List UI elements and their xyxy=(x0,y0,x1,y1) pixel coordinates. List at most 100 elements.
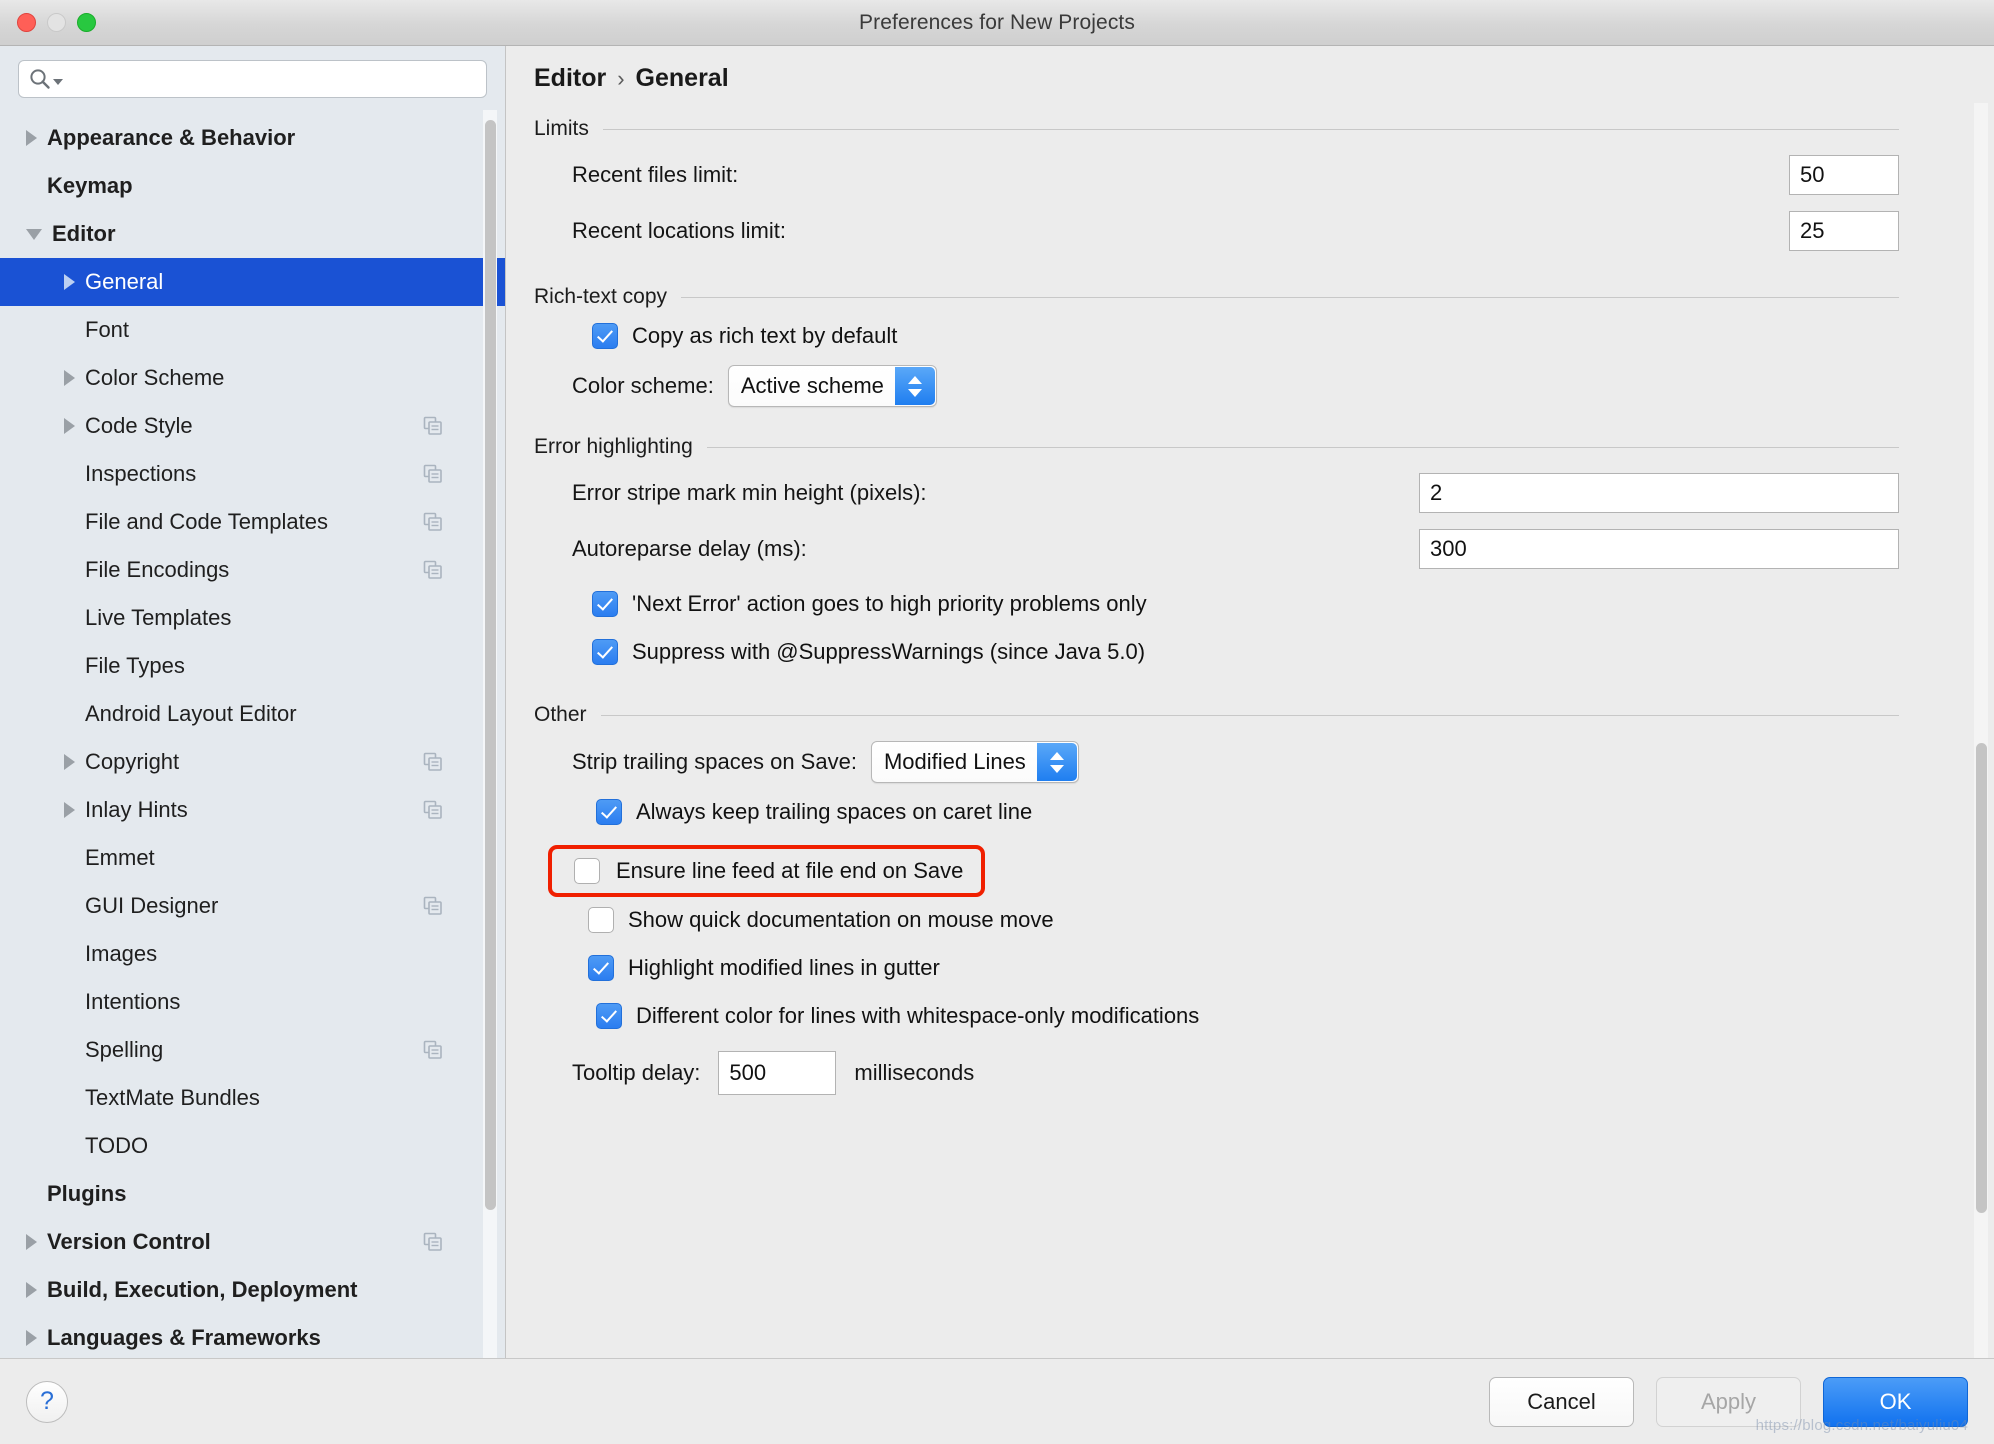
chevron-right-icon[interactable] xyxy=(26,1234,37,1250)
error-stripe-input[interactable] xyxy=(1419,473,1899,513)
main-scrollbar-thumb[interactable] xyxy=(1976,743,1987,1213)
sidebar-item-editor[interactable]: Editor xyxy=(0,210,505,258)
sidebar-item-gui-designer[interactable]: GUI Designer xyxy=(0,882,505,930)
divider xyxy=(681,296,1899,298)
chevron-updown-icon[interactable] xyxy=(1036,743,1077,781)
sidebar-item-emmet[interactable]: Emmet xyxy=(0,834,505,882)
sidebar-item-version-control[interactable]: Version Control xyxy=(0,1218,505,1266)
sidebar-item-general[interactable]: General xyxy=(0,258,505,306)
group-limits-title: Limits xyxy=(534,117,589,140)
cancel-button[interactable]: Cancel xyxy=(1489,1376,1634,1427)
copy-settings-icon[interactable] xyxy=(423,752,443,772)
color-scheme-label: Color scheme: xyxy=(572,373,714,398)
apply-button[interactable]: Apply xyxy=(1656,1376,1801,1427)
sidebar-item-file-types[interactable]: File Types xyxy=(0,642,505,690)
search-box[interactable] xyxy=(18,60,487,98)
chevron-updown-icon[interactable] xyxy=(894,367,935,405)
tooltip-delay-input[interactable] xyxy=(718,1051,837,1095)
chevron-right-icon[interactable] xyxy=(64,370,75,386)
different-color-label: Different color for lines with whitespac… xyxy=(636,1003,1200,1028)
different-color-row[interactable]: Different color for lines with whitespac… xyxy=(534,1003,1899,1029)
help-button[interactable]: ? xyxy=(26,1380,68,1423)
next-error-checkbox[interactable] xyxy=(592,591,618,617)
close-button[interactable] xyxy=(17,13,36,32)
recent-locations-limit-input[interactable] xyxy=(1789,211,1899,251)
recent-files-limit-label: Recent files limit: xyxy=(572,162,739,187)
next-error-row[interactable]: 'Next Error' action goes to high priorit… xyxy=(534,591,1899,617)
copy-as-rich-text-row[interactable]: Copy as rich text by default xyxy=(534,323,1899,349)
autoreparse-delay-label: Autoreparse delay (ms): xyxy=(572,536,807,561)
sidebar-item-inspections[interactable]: Inspections xyxy=(0,450,505,498)
chevron-right-icon[interactable] xyxy=(64,754,75,770)
chevron-right-icon[interactable] xyxy=(64,274,75,290)
sidebar-item-spelling[interactable]: Spelling xyxy=(0,1026,505,1074)
autoreparse-delay-input[interactable] xyxy=(1419,529,1899,569)
sidebar-item-font[interactable]: Font xyxy=(0,306,505,354)
quick-documentation-checkbox[interactable] xyxy=(588,907,614,933)
copy-settings-icon[interactable] xyxy=(423,1040,443,1060)
sidebar-item-code-style[interactable]: Code Style xyxy=(0,402,505,450)
copy-settings-icon[interactable] xyxy=(423,512,443,532)
chevron-right-icon[interactable] xyxy=(26,1330,37,1346)
sidebar-item-live-templates[interactable]: Live Templates xyxy=(0,594,505,642)
sidebar-item-android-layout-editor[interactable]: Android Layout Editor xyxy=(0,690,505,738)
chevron-right-icon[interactable] xyxy=(64,802,75,818)
suppress-warnings-checkbox[interactable] xyxy=(592,639,618,665)
sidebar-item-copyright[interactable]: Copyright xyxy=(0,738,505,786)
sidebar-item-color-scheme[interactable]: Color Scheme xyxy=(0,354,505,402)
copy-settings-icon[interactable] xyxy=(423,800,443,820)
sidebar-item-label: Keymap xyxy=(47,173,133,198)
color-scheme-value: Active scheme xyxy=(740,373,884,398)
sidebar-item-languages-frameworks[interactable]: Languages & Frameworks xyxy=(0,1314,505,1358)
recent-files-limit-input[interactable] xyxy=(1789,155,1899,195)
keep-trailing-spaces-row[interactable]: Always keep trailing spaces on caret lin… xyxy=(534,799,1899,825)
chevron-right-icon[interactable] xyxy=(26,130,37,146)
minimize-button[interactable] xyxy=(47,13,66,32)
keep-trailing-spaces-checkbox[interactable] xyxy=(596,799,622,825)
copy-settings-icon[interactable] xyxy=(423,896,443,916)
zoom-button[interactable] xyxy=(77,13,96,32)
sidebar-scrollbar-thumb[interactable] xyxy=(485,120,496,1210)
color-scheme-select[interactable]: Active scheme xyxy=(727,365,937,407)
sidebar-item-intentions[interactable]: Intentions xyxy=(0,978,505,1026)
chevron-right-icon[interactable] xyxy=(26,1282,37,1298)
sidebar-item-appearance-behavior[interactable]: Appearance & Behavior xyxy=(0,114,505,162)
copy-settings-icon[interactable] xyxy=(423,560,443,580)
copy-settings-icon[interactable] xyxy=(423,1232,443,1252)
sidebar-item-build-execution-deployment[interactable]: Build, Execution, Deployment xyxy=(0,1266,505,1314)
copy-as-rich-text-checkbox[interactable] xyxy=(592,323,618,349)
highlight-modified-lines-checkbox[interactable] xyxy=(588,955,614,981)
tree-spacer-icon xyxy=(64,906,75,907)
tree-spacer-icon xyxy=(64,570,75,571)
settings-main-panel: Editor › General Limits Recent files lim… xyxy=(506,46,1994,1358)
sidebar-item-textmate-bundles[interactable]: TextMate Bundles xyxy=(0,1074,505,1122)
strip-trailing-spaces-select[interactable]: Modified Lines xyxy=(870,741,1079,783)
main-scrollbar-track[interactable] xyxy=(1974,103,1988,1358)
sidebar-scrollbar-track[interactable] xyxy=(483,110,497,1358)
sidebar-item-inlay-hints[interactable]: Inlay Hints xyxy=(0,786,505,834)
ok-button[interactable]: OK xyxy=(1823,1376,1968,1427)
breadcrumb-parent[interactable]: Editor xyxy=(534,64,606,93)
highlight-modified-lines-row[interactable]: Highlight modified lines in gutter xyxy=(560,955,1899,981)
chevron-right-icon[interactable] xyxy=(64,418,75,434)
keep-trailing-spaces-label: Always keep trailing spaces on caret lin… xyxy=(636,799,1033,824)
copy-settings-icon[interactable] xyxy=(423,416,443,436)
different-color-checkbox[interactable] xyxy=(596,1003,622,1029)
sidebar-item-keymap[interactable]: Keymap xyxy=(0,162,505,210)
suppress-warnings-row[interactable]: Suppress with @SuppressWarnings (since J… xyxy=(534,639,1899,665)
copy-settings-icon[interactable] xyxy=(423,464,443,484)
chevron-down-icon[interactable] xyxy=(26,228,42,240)
quick-documentation-row[interactable]: Show quick documentation on mouse move xyxy=(560,907,1899,933)
sidebar-item-label: Emmet xyxy=(85,845,155,870)
sidebar-item-todo[interactable]: TODO xyxy=(0,1122,505,1170)
ensure-linefeed-label: Ensure line feed at file end on Save xyxy=(616,858,964,883)
group-other: Other Strip trailing spaces on Save: Mod… xyxy=(534,703,1899,1095)
sidebar-item-file-and-code-templates[interactable]: File and Code Templates xyxy=(0,498,505,546)
search-input[interactable] xyxy=(69,67,476,91)
sidebar-item-label: Copyright xyxy=(85,749,180,774)
sidebar-item-images[interactable]: Images xyxy=(0,930,505,978)
sidebar-item-file-encodings[interactable]: File Encodings xyxy=(0,546,505,594)
ensure-linefeed-checkbox[interactable] xyxy=(574,858,600,884)
sidebar-item-plugins[interactable]: Plugins xyxy=(0,1170,505,1218)
search-dropdown-caret-icon[interactable] xyxy=(53,78,63,85)
